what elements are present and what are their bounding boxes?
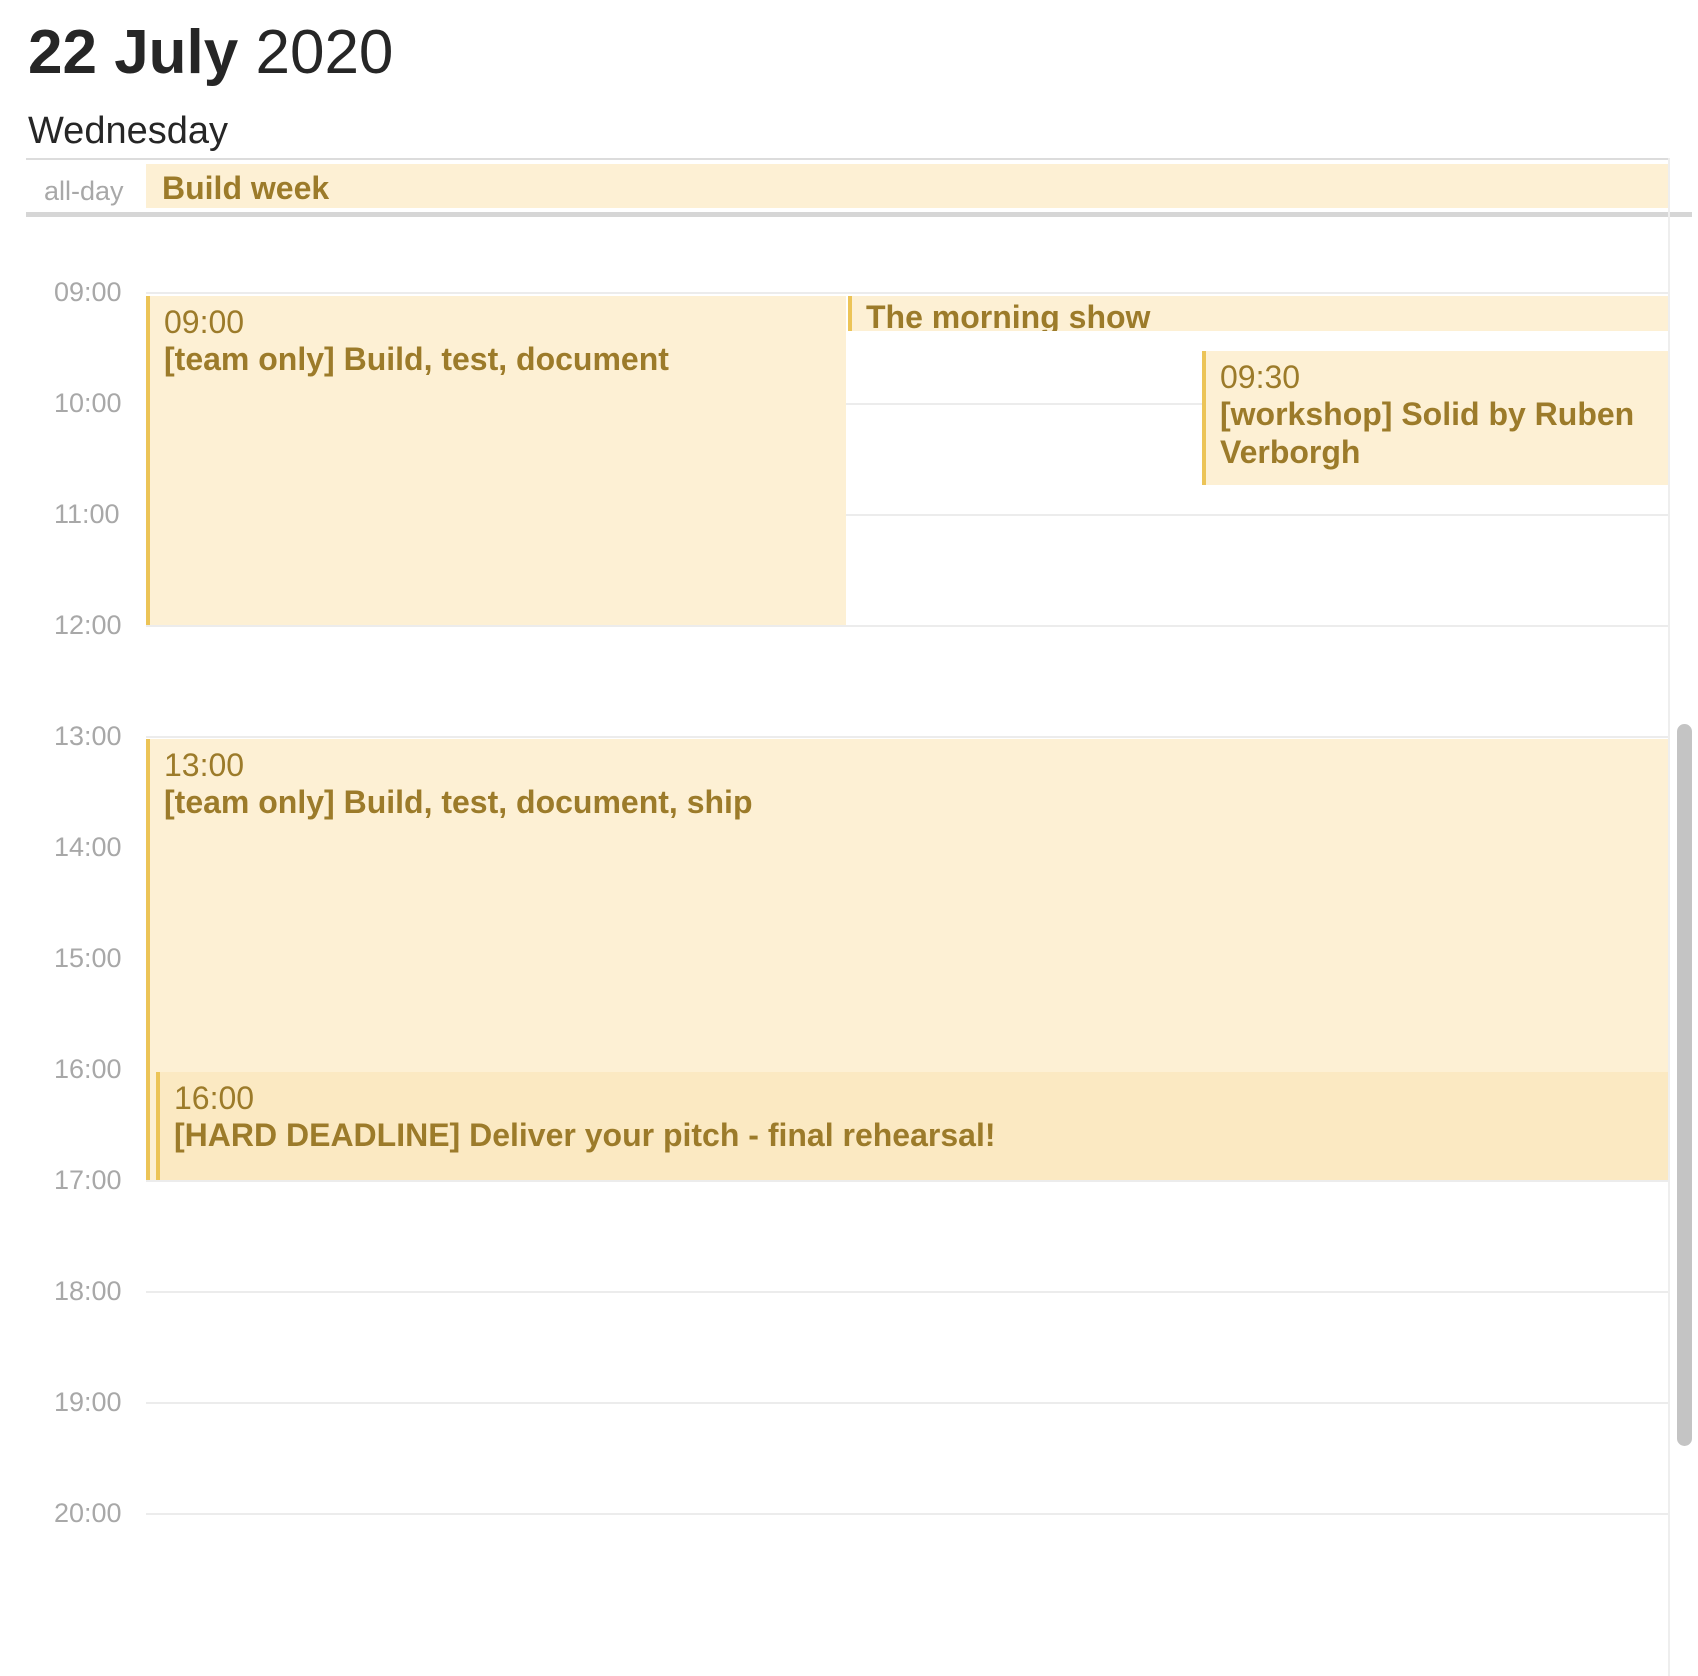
event-title: [HARD DEADLINE] Deliver your pitch - fin…: [174, 1117, 996, 1153]
hour-label: 14:00: [54, 832, 122, 862]
hour-label: 16:00: [54, 1054, 122, 1084]
allday-event-build-week[interactable]: Build week: [146, 164, 1668, 208]
hour-label: 10:00: [54, 388, 122, 418]
event-hard-deadline-pitch[interactable]: 16:00 [HARD DEADLINE] Deliver your pitch…: [156, 1072, 1668, 1180]
event-title: [team only] Build, test, document, ship: [164, 784, 753, 820]
event-title: [workshop] Solid by Ruben Verborgh: [1220, 396, 1635, 470]
event-title: The morning show: [866, 299, 1151, 331]
hour-line: [146, 1180, 1668, 1182]
event-time: 16:00: [174, 1080, 255, 1116]
date-day-month: 22 July: [28, 18, 239, 87]
hour-line: [146, 292, 1668, 294]
event-time: 09:00: [164, 304, 245, 340]
hour-label: 12:00: [54, 610, 122, 640]
date-year: 2020: [255, 18, 394, 87]
weekday-label: Wednesday: [28, 110, 228, 152]
hour-label: 20:00: [54, 1498, 122, 1528]
hour-label: 17:00: [54, 1165, 122, 1195]
allday-row: all-day Build week: [26, 164, 1668, 214]
event-morning-show[interactable]: The morning show: [848, 296, 1668, 331]
header-divider: [26, 158, 1668, 160]
hour-line: [146, 1513, 1668, 1515]
event-title: [team only] Build, test, document: [164, 341, 669, 377]
event-workshop-solid[interactable]: 09:30 [workshop] Solid by Ruben Verborgh: [1202, 351, 1668, 485]
hour-line: [146, 1402, 1668, 1404]
hour-label: 09:00: [54, 277, 122, 307]
scroll-gutter: [1668, 158, 1670, 1676]
allday-label: all-day: [44, 176, 124, 206]
vertical-scrollbar[interactable]: [1677, 724, 1692, 1446]
hour-label: 18:00: [54, 1276, 122, 1306]
hour-label: 19:00: [54, 1387, 122, 1417]
page-title: 22 July 2020: [28, 18, 393, 88]
hour-label: 13:00: [54, 721, 122, 751]
event-time: 09:30: [1220, 359, 1301, 395]
hour-label: 15:00: [54, 943, 122, 973]
hour-line: [146, 625, 1668, 627]
hour-line: [146, 736, 1668, 738]
timeline[interactable]: 09:00 10:00 11:00 12:00 13:00 14:00 15:0…: [26, 217, 1692, 1676]
date-header: 22 July 2020 Wednesday: [28, 18, 393, 152]
event-title: Build week: [162, 170, 330, 206]
event-team-build-test-document[interactable]: 09:00 [team only] Build, test, document: [146, 296, 846, 625]
event-time: 13:00: [164, 747, 245, 783]
hour-line: [146, 1291, 1668, 1293]
day-calendar: all-day Build week 09:00 10:00 11:00 12:…: [26, 158, 1692, 1676]
hour-label: 11:00: [54, 499, 120, 529]
